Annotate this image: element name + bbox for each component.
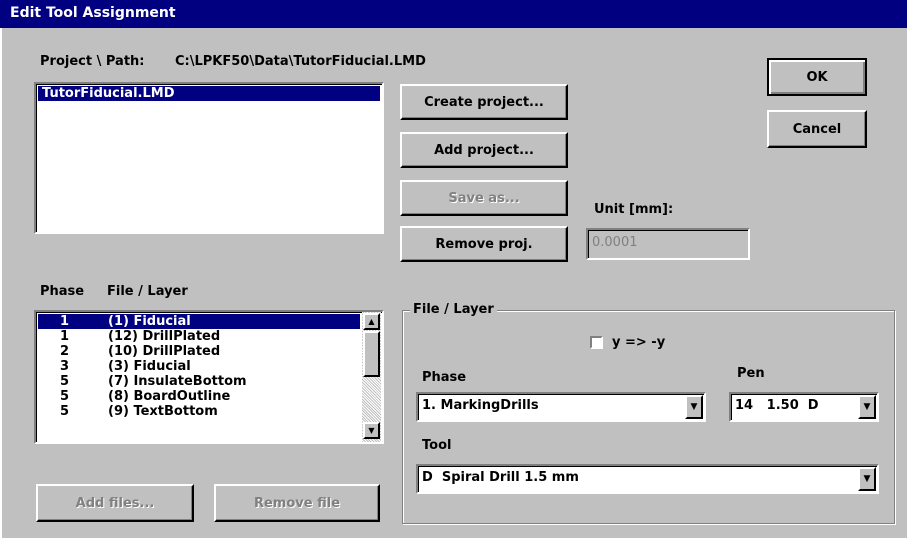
scroll-down-arrow-icon[interactable]: ▼ bbox=[363, 422, 380, 439]
project-list[interactable]: TutorFiducial.LMD bbox=[34, 82, 384, 234]
window-title: Edit Tool Assignment bbox=[10, 5, 176, 21]
chevron-down-icon[interactable]: ▼ bbox=[858, 395, 876, 419]
layer-list-item[interactable]: 1 (12) DrillPlated bbox=[38, 329, 360, 344]
phase-select-value: 1. MarkingDrills bbox=[422, 398, 539, 413]
save-as-button[interactable]: Save as... bbox=[400, 180, 568, 216]
layer-list-item[interactable]: 5 (9) TextBottom bbox=[38, 404, 360, 419]
project-item-label: TutorFiducial.LMD bbox=[42, 86, 175, 101]
unit-value: 0.0001 bbox=[592, 235, 638, 250]
tool-select-value: D Spiral Drill 1.5 mm bbox=[422, 470, 579, 485]
layer-phase: 3 bbox=[60, 359, 70, 374]
dialog-body: Project \ Path: C:\LPKF50\Data\TutorFidu… bbox=[0, 28, 907, 538]
tool-label: Tool bbox=[422, 438, 452, 453]
project-path-value: C:\LPKF50\Data\TutorFiducial.LMD bbox=[175, 54, 426, 69]
layer-name: (3) Fiducial bbox=[108, 359, 191, 374]
phase-column-header: Phase bbox=[40, 284, 85, 299]
layer-list[interactable]: 1 (1) Fiducial 1 (12) DrillPlated 2 (10)… bbox=[34, 310, 384, 444]
layer-list-item[interactable]: 3 (3) Fiducial bbox=[38, 359, 360, 374]
layer-list-item[interactable]: 2 (10) DrillPlated bbox=[38, 344, 360, 359]
chevron-down-icon[interactable]: ▼ bbox=[685, 395, 703, 419]
ok-button[interactable]: OK bbox=[767, 58, 867, 96]
unit-label: Unit [mm]: bbox=[594, 202, 674, 217]
pen-label: Pen bbox=[737, 366, 765, 381]
phase-label: Phase bbox=[422, 370, 467, 385]
layer-phase: 1 bbox=[60, 314, 70, 329]
layer-phase: 5 bbox=[60, 404, 70, 419]
mirror-y-checkbox[interactable] bbox=[590, 336, 603, 349]
unit-field[interactable]: 0.0001 bbox=[586, 228, 750, 260]
layer-phase: 5 bbox=[60, 389, 70, 404]
project-path-label: Project \ Path: bbox=[40, 54, 145, 69]
layer-name: (12) DrillPlated bbox=[108, 329, 221, 344]
scrollbar-thumb[interactable] bbox=[363, 331, 380, 377]
layer-phase: 5 bbox=[60, 374, 70, 389]
layer-name: (8) BoardOutline bbox=[108, 389, 231, 404]
add-project-button[interactable]: Add project... bbox=[400, 132, 568, 168]
scroll-up-arrow-icon[interactable]: ▲ bbox=[363, 313, 380, 330]
file-layer-group-title: File / Layer bbox=[410, 302, 497, 317]
cancel-button[interactable]: Cancel bbox=[767, 110, 867, 148]
layer-phase: 1 bbox=[60, 329, 70, 344]
layer-name: (9) TextBottom bbox=[108, 404, 218, 419]
layer-name: (10) DrillPlated bbox=[108, 344, 221, 359]
tool-select[interactable]: D Spiral Drill 1.5 mm ▼ bbox=[416, 464, 879, 494]
project-list-item[interactable]: TutorFiducial.LMD bbox=[38, 86, 380, 101]
layer-name: (7) InsulateBottom bbox=[108, 374, 247, 389]
mirror-y-label: y => -y bbox=[612, 335, 666, 350]
layer-phase: 2 bbox=[60, 344, 70, 359]
phase-select[interactable]: 1. MarkingDrills ▼ bbox=[416, 392, 706, 422]
file-layer-column-header: File / Layer bbox=[107, 284, 188, 299]
layer-name: (1) Fiducial bbox=[108, 314, 191, 329]
layer-list-item[interactable]: 1 (1) Fiducial bbox=[38, 314, 360, 329]
chevron-down-icon[interactable]: ▼ bbox=[858, 467, 876, 491]
pen-select[interactable]: 14 1.50 D ▼ bbox=[729, 392, 879, 422]
add-files-button[interactable]: Add files... bbox=[36, 484, 194, 522]
pen-select-value: 14 1.50 D bbox=[735, 398, 819, 413]
layer-list-scrollbar[interactable]: ▲ ▼ bbox=[362, 312, 381, 442]
remove-file-button[interactable]: Remove file bbox=[214, 484, 380, 522]
layer-list-item[interactable]: 5 (8) BoardOutline bbox=[38, 389, 360, 404]
remove-project-button[interactable]: Remove proj. bbox=[400, 226, 568, 262]
title-bar: Edit Tool Assignment bbox=[0, 0, 907, 28]
create-project-button[interactable]: Create project... bbox=[400, 84, 568, 120]
layer-list-item[interactable]: 5 (7) InsulateBottom bbox=[38, 374, 360, 389]
